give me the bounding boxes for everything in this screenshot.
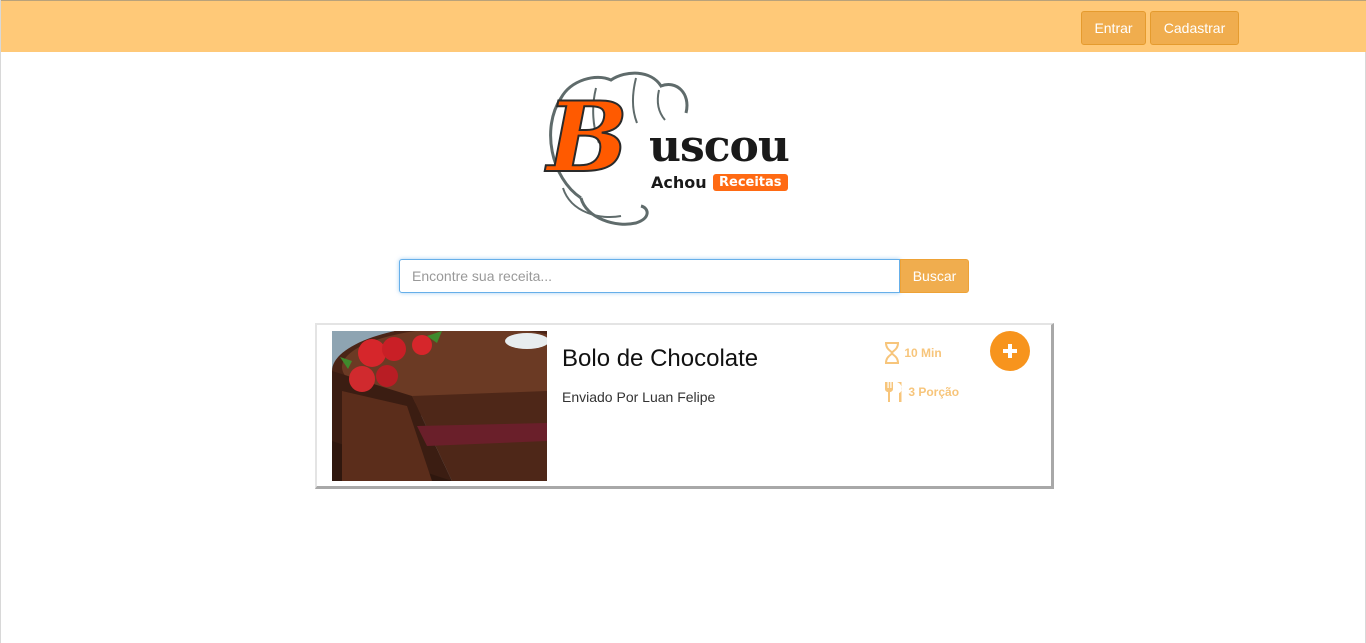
hourglass-icon [885,342,899,364]
recipe-author: Enviado Por Luan Felipe [562,389,716,405]
search-input[interactable] [399,259,900,293]
page: Entrar Cadastrar B uscou Achou Receitas … [0,0,1366,643]
logo-initial: B [546,81,629,194]
plus-icon [1003,344,1017,358]
top-navbar: Entrar Cadastrar [1,0,1366,52]
recipe-title[interactable]: Bolo de Chocolate [562,345,758,373]
cutlery-icon [885,382,902,402]
search-button[interactable]: Buscar [900,259,969,293]
logo-subtitle: Achou [651,173,707,192]
recipe-servings: 3 Porção [883,381,959,403]
recipe-image[interactable] [332,331,547,481]
chocolate-cake-photo [332,331,547,481]
recipe-time: 10 Min [883,342,942,364]
recipe-card[interactable]: Bolo de Chocolate Enviado Por Luan Felip… [315,323,1054,489]
add-recipe-button[interactable] [990,331,1030,371]
recipe-time-label: 10 Min [904,346,942,360]
logo-title: uscou [649,121,790,172]
recipe-servings-label: 3 Porção [908,385,960,399]
login-button[interactable]: Entrar [1081,11,1146,45]
site-logo[interactable]: B uscou Achou Receitas [541,68,833,232]
signup-button[interactable]: Cadastrar [1150,11,1239,45]
logo-badge: Receitas [713,174,788,191]
